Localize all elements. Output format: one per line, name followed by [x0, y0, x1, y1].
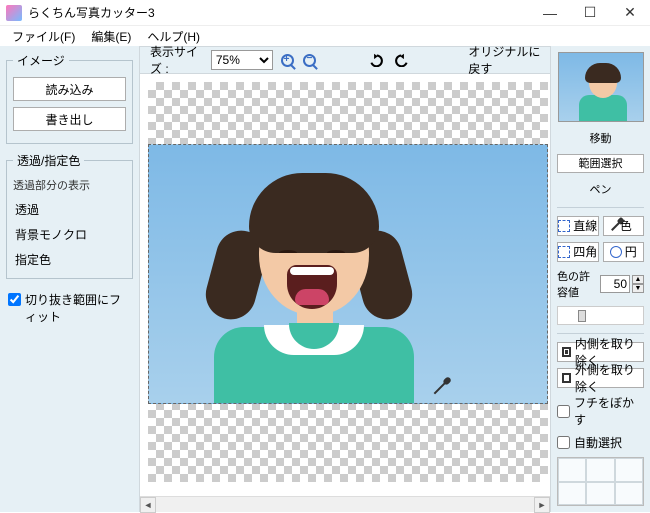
inside-icon [562, 347, 571, 357]
circle-tool-button[interactable]: 円 [603, 242, 645, 262]
move-tool-button[interactable]: 移動 [557, 128, 644, 147]
remove-outside-button[interactable]: 外側を取り除く [557, 368, 644, 388]
menu-edit[interactable]: 編集(E) [83, 26, 139, 47]
zoom-out-icon [303, 54, 316, 67]
zoom-out-button[interactable] [302, 49, 319, 71]
minimize-button[interactable]: — [530, 0, 570, 26]
redo-button[interactable] [392, 49, 414, 71]
window-title: らくちん写真カッター3 [28, 4, 530, 21]
horizontal-scrollbar[interactable]: ◄ ► [140, 496, 550, 512]
line-tool-button[interactable]: 直線 [557, 216, 599, 236]
transparency-group-label: 透過/指定色 [13, 152, 84, 169]
blur-edge-label: フチをぼかす [574, 394, 644, 428]
alignment-grid[interactable] [557, 457, 644, 506]
menu-file[interactable]: ファイル(F) [4, 26, 83, 47]
eyedropper-cursor-icon [434, 382, 447, 395]
remove-inside-button[interactable]: 内側を取り除く [557, 342, 644, 362]
range-select-button[interactable]: 範囲選択 [557, 154, 644, 174]
zoom-select[interactable]: 75% [211, 50, 273, 70]
scroll-left-icon[interactable]: ◄ [140, 497, 156, 513]
load-button[interactable]: 読み込み [13, 77, 126, 101]
close-button[interactable]: ✕ [610, 0, 650, 26]
option-specified-color[interactable]: 指定色 [13, 247, 126, 272]
image-group-label: イメージ [13, 52, 69, 69]
tolerance-slider[interactable] [557, 306, 644, 326]
fit-crop-checkbox[interactable] [8, 293, 21, 306]
photo-content[interactable] [148, 144, 548, 404]
tolerance-label: 色の許容値 [557, 268, 598, 300]
app-icon [6, 5, 22, 21]
blur-edge-checkbox[interactable] [557, 405, 570, 418]
export-button[interactable]: 書き出し [13, 107, 126, 131]
option-background-mono[interactable]: 背景モノクロ [13, 222, 126, 247]
undo-button[interactable] [364, 49, 386, 71]
tolerance-input[interactable] [600, 275, 630, 293]
color-picker-button[interactable]: 色 [603, 216, 645, 236]
zoom-size-label: 表示サイズ : [150, 43, 201, 77]
zoom-in-button[interactable] [279, 49, 296, 71]
thumbnail-preview [558, 52, 644, 122]
pen-tool-button[interactable]: ペン [557, 179, 644, 198]
line-icon [558, 220, 570, 232]
auto-select-label: 自動選択 [574, 434, 622, 451]
canvas-area[interactable] [140, 74, 550, 496]
option-transparent[interactable]: 透過 [13, 197, 126, 222]
circle-icon [610, 246, 622, 258]
transparency-sublabel: 透過部分の表示 [13, 177, 126, 193]
tolerance-up-button[interactable]: ▲ [632, 275, 644, 284]
maximize-button[interactable]: ☐ [570, 0, 610, 26]
tolerance-down-button[interactable]: ▼ [632, 284, 644, 293]
auto-select-checkbox[interactable] [557, 436, 570, 449]
scroll-right-icon[interactable]: ► [534, 497, 550, 513]
rect-tool-button[interactable]: 四角 [557, 242, 599, 262]
fit-crop-label: 切り抜き範囲にフィット [25, 291, 131, 325]
rect-icon [558, 246, 570, 258]
outside-icon [562, 373, 571, 383]
zoom-in-icon [281, 54, 294, 67]
